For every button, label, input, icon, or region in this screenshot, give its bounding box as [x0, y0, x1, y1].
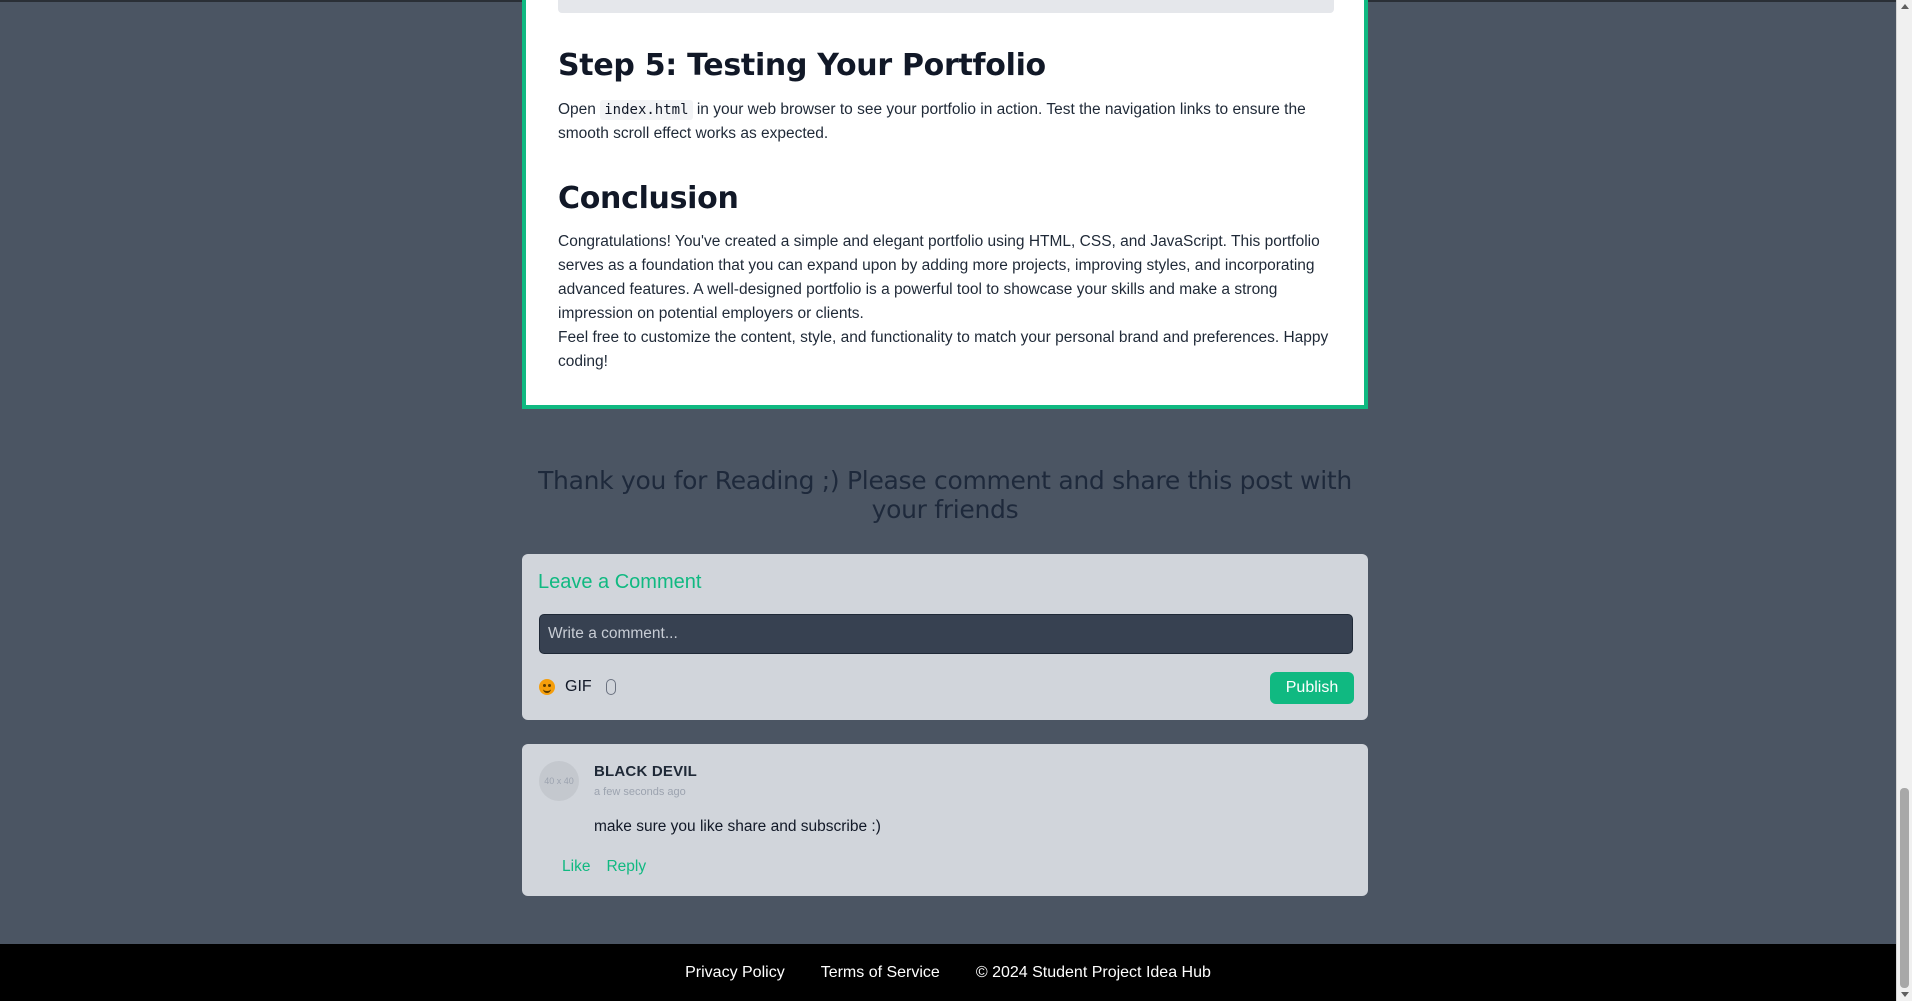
paperclip-icon[interactable] — [605, 679, 616, 695]
terms-of-service-link[interactable]: Terms of Service — [821, 964, 940, 982]
article-card: Step 5: Testing Your Portfolio Open inde… — [522, 0, 1368, 409]
like-link[interactable]: Like — [562, 858, 590, 876]
scrollbar-thumb[interactable] — [1900, 788, 1909, 988]
section-heading-step5: Step 5: Testing Your Portfolio — [558, 48, 1046, 83]
avatar: 40 x 40 — [539, 761, 579, 801]
conclusion-paragraph-1: Congratulations! You've created a simple… — [558, 233, 1320, 322]
thanks-message: Thank you for Reading ;) Please comment … — [538, 466, 1352, 524]
comment-actions: Like Reply — [562, 858, 646, 876]
conclusion-paragraph-2: Feel free to customize the content, styl… — [558, 329, 1329, 370]
code-block-bottom — [558, 0, 1334, 13]
copyright-text: © 2024 Student Project Idea Hub — [975, 963, 1211, 981]
comment-form: Leave a Comment GIF Publish — [522, 554, 1368, 720]
page-scrollbar[interactable] — [1896, 0, 1912, 1001]
section-heading-conclusion: Conclusion — [558, 181, 739, 216]
comment-text: make sure you like share and subscribe :… — [594, 818, 881, 835]
comment-item: 40 x 40 BLACK DEVIL a few seconds ago ma… — [522, 744, 1368, 896]
scroll-down-arrow-icon[interactable] — [1901, 992, 1909, 997]
reply-link[interactable]: Reply — [606, 858, 646, 876]
comment-tools: GIF — [539, 678, 616, 696]
gif-button[interactable]: GIF — [565, 678, 592, 696]
site-footer: Privacy Policy Terms of Service © 2024 S… — [0, 944, 1896, 1001]
privacy-policy-link[interactable]: Privacy Policy — [685, 964, 785, 982]
inline-code: index.html — [600, 100, 693, 120]
comment-time: a few seconds ago — [594, 786, 686, 798]
comment-form-title: Leave a Comment — [538, 571, 702, 593]
publish-button[interactable]: Publish — [1270, 672, 1354, 704]
scroll-up-arrow-icon[interactable] — [1901, 4, 1909, 9]
comment-input[interactable] — [539, 614, 1353, 654]
emoji-icon[interactable] — [539, 679, 555, 695]
step5-text-before: Open — [558, 101, 601, 118]
step5-paragraph: Open index.html in your web browser to s… — [558, 98, 1338, 146]
comment-author: BLACK DEVIL — [594, 763, 698, 780]
